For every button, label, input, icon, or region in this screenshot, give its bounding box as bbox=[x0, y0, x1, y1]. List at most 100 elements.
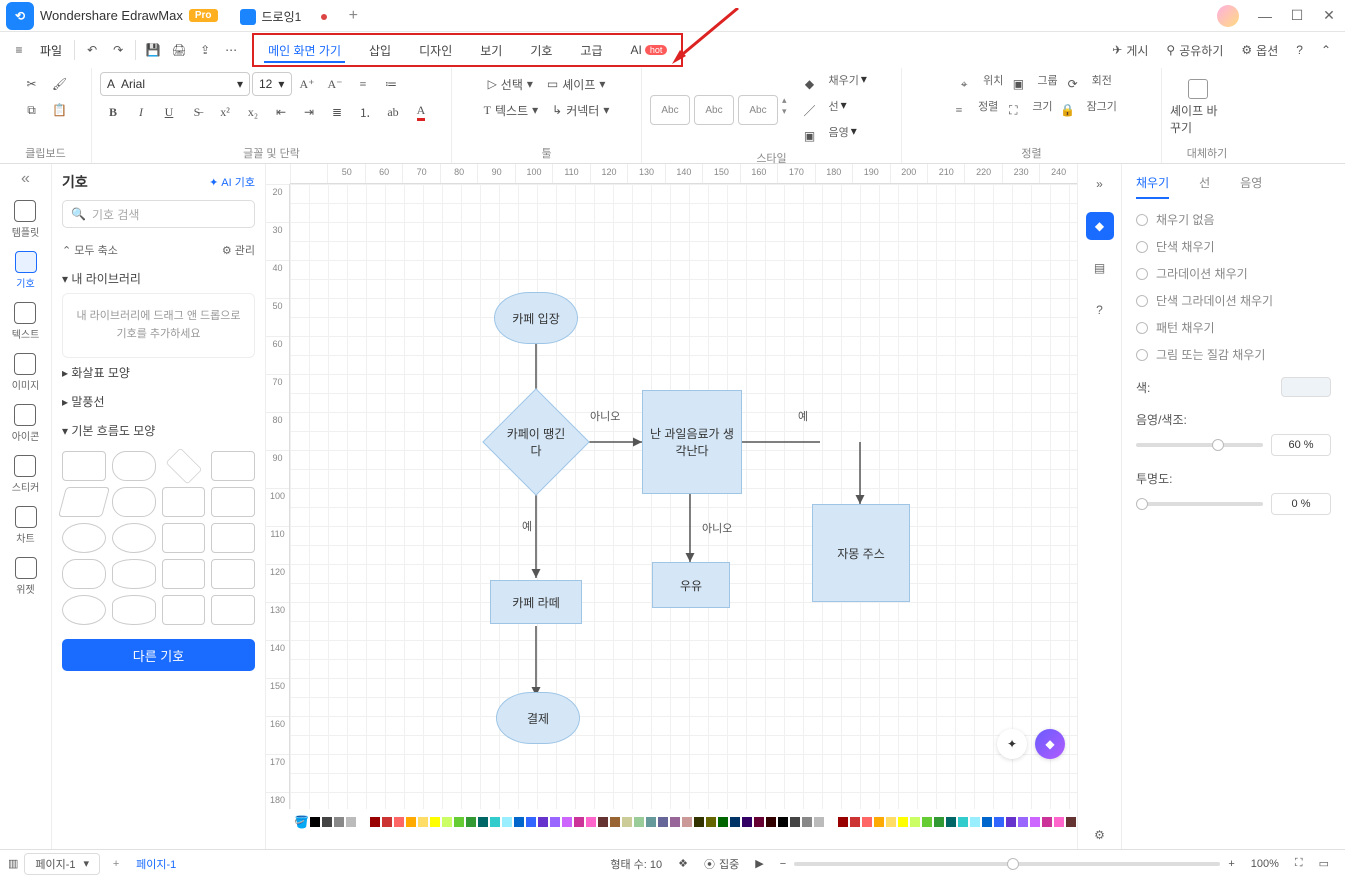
color-swatch[interactable] bbox=[994, 817, 1004, 827]
shape-item[interactable] bbox=[165, 448, 202, 485]
indent-left-button[interactable]: ⇤ bbox=[268, 100, 294, 124]
symbol-search-input[interactable]: 🔍 기호 검색 bbox=[62, 200, 255, 228]
help-icon[interactable]: ? bbox=[1296, 43, 1303, 57]
section-arrows[interactable]: ▸ 화살표 모양 bbox=[52, 358, 265, 387]
text-tool[interactable]: T 텍스트 ▾ bbox=[478, 98, 545, 122]
color-swatch[interactable] bbox=[706, 817, 716, 827]
color-swatch[interactable] bbox=[934, 817, 944, 827]
shape-item[interactable] bbox=[211, 451, 255, 481]
color-swatch[interactable] bbox=[478, 817, 488, 827]
ai-symbols-button[interactable]: ✦ AI 기호 bbox=[209, 174, 255, 190]
more-qa-button[interactable]: ⋯ bbox=[218, 37, 244, 63]
shape-item[interactable] bbox=[58, 487, 110, 517]
ai-diamond-button[interactable]: ◆ bbox=[1035, 729, 1065, 759]
fill-gradient-radio[interactable]: 그라데이션 채우기 bbox=[1136, 265, 1331, 282]
strike-button[interactable]: S̶ bbox=[184, 100, 210, 124]
grow-font-icon[interactable]: A⁺ bbox=[294, 72, 320, 96]
color-swatch[interactable] bbox=[358, 817, 368, 827]
color-swatch[interactable] bbox=[838, 817, 848, 827]
color-swatch[interactable] bbox=[442, 817, 452, 827]
lock-icon[interactable]: 🔒 bbox=[1055, 98, 1081, 122]
fit-page-icon[interactable]: ⛶ bbox=[1295, 857, 1303, 870]
tab-shadow[interactable]: 음영 bbox=[1240, 174, 1262, 199]
tab-symbol[interactable]: 기호 bbox=[516, 35, 566, 65]
zoom-value[interactable]: 100% bbox=[1251, 858, 1279, 870]
color-swatch[interactable] bbox=[406, 817, 416, 827]
color-swatch[interactable] bbox=[622, 817, 632, 827]
color-swatch[interactable] bbox=[526, 817, 536, 827]
size-icon[interactable]: ⛶ bbox=[1000, 98, 1026, 122]
format-painter-icon[interactable]: 🖌 bbox=[47, 72, 73, 96]
color-swatch[interactable] bbox=[382, 817, 392, 827]
undo-button[interactable]: ↶ bbox=[79, 37, 105, 63]
color-swatch[interactable] bbox=[514, 817, 524, 827]
node-pay[interactable]: 결제 bbox=[496, 692, 580, 744]
shape-item[interactable] bbox=[62, 595, 106, 625]
color-swatch[interactable] bbox=[310, 817, 320, 827]
color-picker[interactable] bbox=[1281, 377, 1331, 397]
tab-line[interactable]: 선 bbox=[1199, 174, 1210, 199]
save-button[interactable]: 💾 bbox=[140, 37, 166, 63]
export-button[interactable]: ⇪ bbox=[192, 37, 218, 63]
color-swatch[interactable] bbox=[886, 817, 896, 827]
fill-solid-radio[interactable]: 단색 채우기 bbox=[1136, 238, 1331, 255]
fill-none-radio[interactable]: 채우기 없음 bbox=[1136, 211, 1331, 228]
fill-solid-gradient-radio[interactable]: 단색 그라데이션 채우기 bbox=[1136, 292, 1331, 309]
canvas[interactable]: 카페 입장 카페이 땡긴다 아니오 예 예 아니오 난 과일음료가 생각난다 우… bbox=[290, 184, 1077, 809]
position-icon[interactable]: ⌖ bbox=[951, 72, 977, 96]
zoom-in-button[interactable]: + bbox=[1228, 858, 1234, 870]
shape-item[interactable] bbox=[162, 559, 206, 589]
superscript-button[interactable]: x² bbox=[212, 100, 238, 124]
collapse-all-button[interactable]: ⌃ 모두 축소 bbox=[62, 242, 118, 258]
layers-icon[interactable]: ❖ bbox=[678, 857, 688, 870]
page-list-icon[interactable]: ▥ bbox=[8, 857, 18, 870]
shape-item[interactable] bbox=[162, 595, 206, 625]
bullets-button[interactable]: ≔ bbox=[378, 72, 404, 96]
color-swatch[interactable] bbox=[394, 817, 404, 827]
color-swatch[interactable] bbox=[466, 817, 476, 827]
color-swatch[interactable] bbox=[562, 817, 572, 827]
cut-icon[interactable]: ✂ bbox=[19, 72, 45, 96]
shape-item[interactable] bbox=[112, 451, 156, 481]
color-swatch[interactable] bbox=[718, 817, 728, 827]
style-preset-2[interactable]: Abc bbox=[694, 95, 734, 125]
section-flowchart[interactable]: ▾ 기본 흐름도 모양 bbox=[52, 416, 265, 445]
file-menu[interactable]: 파일 bbox=[32, 42, 70, 59]
color-swatch[interactable] bbox=[898, 817, 908, 827]
redo-button[interactable]: ↷ bbox=[105, 37, 131, 63]
ai-sparkle-button[interactable]: ✦ bbox=[997, 729, 1027, 759]
shape-item[interactable] bbox=[211, 523, 255, 553]
focus-mode-button[interactable]: ⦿ 집중 bbox=[704, 856, 739, 872]
tab-advanced[interactable]: 고급 bbox=[566, 35, 616, 65]
rail-widgets[interactable]: 위젯 bbox=[15, 557, 37, 596]
color-swatch[interactable] bbox=[1054, 817, 1064, 827]
shape-item[interactable] bbox=[62, 559, 106, 589]
color-swatch[interactable] bbox=[550, 817, 560, 827]
color-swatch[interactable] bbox=[1042, 817, 1052, 827]
color-swatch[interactable] bbox=[1030, 817, 1040, 827]
tab-design[interactable]: 디자인 bbox=[405, 35, 466, 65]
color-swatch[interactable] bbox=[802, 817, 812, 827]
color-swatch[interactable] bbox=[574, 817, 584, 827]
shape-tool[interactable]: ▭ 셰이프 ▾ bbox=[541, 72, 612, 96]
color-swatch[interactable] bbox=[922, 817, 932, 827]
rail-image[interactable]: 이미지 bbox=[12, 353, 40, 392]
italic-button[interactable]: I bbox=[128, 100, 154, 124]
page-selector[interactable]: 페이지-1▾ bbox=[24, 853, 100, 875]
shape-item[interactable] bbox=[211, 559, 255, 589]
color-swatch[interactable] bbox=[694, 817, 704, 827]
shape-item[interactable] bbox=[112, 523, 156, 553]
color-swatch[interactable] bbox=[766, 817, 776, 827]
rotate-icon[interactable]: ⟳ bbox=[1060, 72, 1086, 96]
opacity-value[interactable]: 0 % bbox=[1271, 493, 1331, 515]
color-swatch[interactable] bbox=[538, 817, 548, 827]
color-swatch[interactable] bbox=[778, 817, 788, 827]
minimize-button[interactable]: — bbox=[1249, 8, 1281, 24]
color-swatch[interactable] bbox=[646, 817, 656, 827]
shape-item[interactable] bbox=[211, 487, 255, 517]
collapse-ribbon-icon[interactable]: ⌃ bbox=[1321, 43, 1331, 57]
tint-value[interactable]: 60 % bbox=[1271, 434, 1331, 456]
shape-item[interactable] bbox=[62, 523, 106, 553]
shape-item[interactable] bbox=[112, 559, 156, 589]
node-latte[interactable]: 카페 라떼 bbox=[490, 580, 582, 624]
